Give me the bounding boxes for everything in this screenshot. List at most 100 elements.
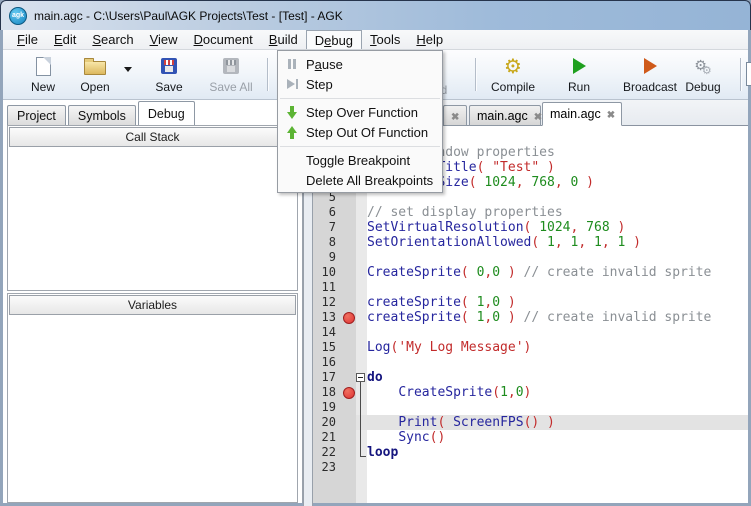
line-number[interactable]: 22 bbox=[313, 445, 341, 460]
fold-margin[interactable] bbox=[356, 385, 367, 400]
breakpoint-gutter[interactable] bbox=[341, 400, 356, 415]
line-number[interactable]: 11 bbox=[313, 280, 341, 295]
fold-margin[interactable] bbox=[356, 445, 367, 460]
menu-item-step-over-function[interactable]: Step Over Function bbox=[278, 102, 442, 122]
close-tab-icon[interactable]: ✖ bbox=[607, 107, 615, 121]
line-number[interactable]: 6 bbox=[313, 205, 341, 220]
toolbar-save-all-button[interactable]: Save All bbox=[199, 53, 263, 96]
line-number[interactable]: 16 bbox=[313, 355, 341, 370]
menu-tools[interactable]: Tools bbox=[362, 30, 408, 49]
fold-margin[interactable] bbox=[356, 475, 367, 503]
breakpoint-gutter[interactable] bbox=[341, 280, 356, 295]
fold-collapse-icon[interactable] bbox=[356, 373, 365, 382]
toolbar-new-button[interactable]: New bbox=[17, 53, 69, 96]
line-number[interactable]: 20 bbox=[313, 415, 341, 430]
breakpoint-gutter[interactable] bbox=[341, 475, 356, 503]
breakpoint-gutter[interactable] bbox=[341, 205, 356, 220]
line-number[interactable]: 14 bbox=[313, 325, 341, 340]
fold-margin[interactable] bbox=[356, 220, 367, 235]
toolbar-save-button[interactable]: Save bbox=[143, 53, 195, 96]
line-number[interactable]: 13 bbox=[313, 310, 341, 325]
toolbar-broadcast-button[interactable]: Broadcast bbox=[613, 53, 687, 96]
fold-margin[interactable] bbox=[356, 205, 367, 220]
line-number[interactable]: 15 bbox=[313, 340, 341, 355]
breakpoint-gutter[interactable] bbox=[341, 325, 356, 340]
breakpoint-gutter[interactable] bbox=[341, 355, 356, 370]
breakpoint-gutter[interactable] bbox=[341, 250, 356, 265]
menu-help[interactable]: Help bbox=[408, 30, 451, 49]
fold-margin[interactable] bbox=[356, 415, 367, 430]
editor-tab-main-agc[interactable]: main.agc ✖ bbox=[542, 102, 622, 126]
tab-debug[interactable]: Debug bbox=[137, 101, 195, 125]
code-token: ( bbox=[523, 220, 540, 235]
code-token: ) bbox=[500, 310, 524, 325]
menu-edit[interactable]: Edit bbox=[46, 30, 84, 49]
fold-margin[interactable] bbox=[356, 280, 367, 295]
menu-item-step[interactable]: Step bbox=[278, 74, 442, 94]
breakpoint-marker[interactable] bbox=[342, 311, 355, 324]
line-number[interactable]: 19 bbox=[313, 400, 341, 415]
toolbar-search-input[interactable] bbox=[746, 62, 751, 86]
breakpoint-gutter[interactable] bbox=[341, 235, 356, 250]
fold-margin[interactable] bbox=[356, 325, 367, 340]
toolbar-run-button[interactable]: Run bbox=[555, 53, 603, 96]
menu-build[interactable]: Build bbox=[261, 30, 306, 49]
breakpoint-gutter[interactable] bbox=[341, 460, 356, 475]
line-number[interactable]: 12 bbox=[313, 295, 341, 310]
fold-margin[interactable] bbox=[356, 370, 367, 385]
menu-item-pause[interactable]: Pause bbox=[278, 54, 442, 74]
line-number[interactable]: 21 bbox=[313, 430, 341, 445]
fold-margin[interactable] bbox=[356, 310, 367, 325]
fold-margin[interactable] bbox=[356, 355, 367, 370]
menu-item-toggle-breakpoint[interactable]: Toggle Breakpoint bbox=[278, 150, 442, 170]
close-tab-icon[interactable]: ✖ bbox=[534, 109, 542, 123]
toolbar-debug-button[interactable]: ⚙ ⚙ Debug bbox=[680, 53, 726, 96]
label: View bbox=[149, 32, 178, 47]
breakpoint-gutter[interactable] bbox=[341, 430, 356, 445]
fold-margin[interactable] bbox=[356, 340, 367, 355]
editor-tab-partial[interactable]: ✖ bbox=[443, 105, 467, 126]
breakpoint-gutter[interactable] bbox=[341, 445, 356, 460]
menu-item-step-out-of-function[interactable]: Step Out Of Function bbox=[278, 122, 442, 142]
breakpoint-gutter[interactable] bbox=[341, 310, 356, 325]
breakpoint-gutter[interactable] bbox=[341, 370, 356, 385]
fold-margin[interactable] bbox=[356, 400, 367, 415]
code-token: ( bbox=[492, 385, 501, 400]
tab-project[interactable]: Project bbox=[7, 105, 66, 125]
breakpoint-gutter[interactable] bbox=[341, 385, 356, 400]
fold-margin[interactable] bbox=[356, 235, 367, 250]
line-number[interactable]: 23 bbox=[313, 460, 341, 475]
fold-margin[interactable] bbox=[356, 295, 367, 310]
breakpoint-gutter[interactable] bbox=[341, 340, 356, 355]
breakpoint-marker[interactable] bbox=[342, 386, 355, 399]
line-number-gutter[interactable] bbox=[313, 475, 341, 503]
fold-margin[interactable] bbox=[356, 265, 367, 280]
line-number[interactable]: 7 bbox=[313, 220, 341, 235]
fold-margin[interactable] bbox=[356, 250, 367, 265]
open-dropdown-arrow[interactable] bbox=[124, 67, 132, 76]
fold-margin[interactable] bbox=[356, 430, 367, 445]
line-number[interactable]: 8 bbox=[313, 235, 341, 250]
close-tab-icon[interactable]: ✖ bbox=[451, 109, 459, 123]
toolbar-compile-button[interactable]: ⚙ Compile bbox=[483, 53, 543, 96]
menu-view[interactable]: View bbox=[142, 30, 186, 49]
editor-tab-main-agc[interactable]: main.agc ✖ bbox=[469, 105, 542, 126]
line-number[interactable]: 9 bbox=[313, 250, 341, 265]
code-token: SetOrientationAllowed bbox=[367, 235, 532, 250]
line-number[interactable]: 18 bbox=[313, 385, 341, 400]
breakpoint-gutter[interactable] bbox=[341, 220, 356, 235]
toolbar-open-button[interactable]: Open bbox=[69, 53, 121, 96]
breakpoint-gutter[interactable] bbox=[341, 265, 356, 280]
menu-file[interactable]: File bbox=[9, 30, 46, 49]
breakpoint-gutter[interactable] bbox=[341, 295, 356, 310]
line-number[interactable]: 10 bbox=[313, 265, 341, 280]
menu-item-delete-all-breakpoints[interactable]: Delete All Breakpoints bbox=[278, 170, 442, 190]
menu-search[interactable]: Search bbox=[84, 30, 141, 49]
code-token: () bbox=[429, 430, 446, 445]
menu-debug[interactable]: Debug bbox=[305, 30, 363, 49]
line-number[interactable]: 17 bbox=[313, 370, 341, 385]
tab-symbols[interactable]: Symbols bbox=[67, 105, 136, 125]
menu-document[interactable]: Document bbox=[186, 30, 261, 49]
fold-margin[interactable] bbox=[356, 460, 367, 475]
breakpoint-gutter[interactable] bbox=[341, 415, 356, 430]
